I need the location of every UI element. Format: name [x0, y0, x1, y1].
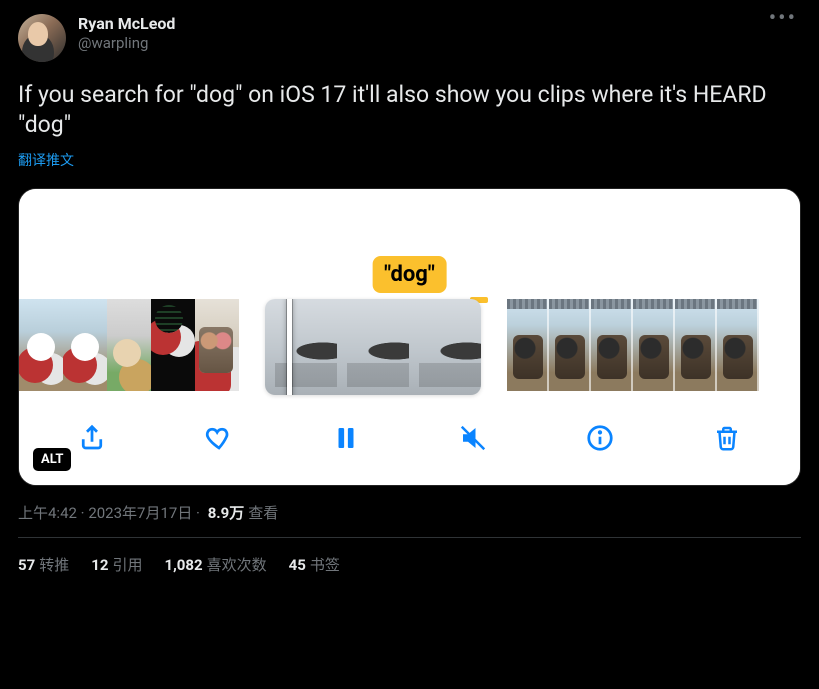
- handle: @warpling: [78, 34, 765, 52]
- tweet-container: Ryan McLeod @warpling ••• If you search …: [0, 0, 819, 575]
- media-card[interactable]: "dog": [18, 188, 801, 486]
- alt-badge[interactable]: ALT: [33, 448, 71, 471]
- share-button[interactable]: [71, 417, 113, 459]
- tweet-meta: 上午4:42 · 2023年7月17日 · 8.9万查看: [18, 502, 801, 523]
- translate-link[interactable]: 翻译推文: [18, 150, 801, 170]
- thumbnail: [63, 299, 107, 391]
- tweet-header: Ryan McLeod @warpling •••: [18, 14, 801, 62]
- thumbnail: [151, 299, 195, 391]
- clip-group-1[interactable]: [19, 299, 239, 395]
- clip-group-3[interactable]: [507, 299, 759, 395]
- views-count: 8.9万: [208, 504, 245, 522]
- filmstrip[interactable]: [19, 299, 800, 395]
- playhead-icon[interactable]: [287, 299, 292, 395]
- display-name: Ryan McLeod: [78, 14, 765, 33]
- stat-retweets[interactable]: 57转推: [18, 554, 69, 575]
- thumbnail: [675, 299, 717, 391]
- stat-count: 45: [289, 556, 306, 574]
- stat-label: 书签: [310, 556, 340, 574]
- meta-dot: ·: [77, 504, 88, 522]
- author-names[interactable]: Ryan McLeod @warpling: [78, 14, 765, 52]
- tweet-stats: 57转推 12引用 1,082 喜欢次数 45书签: [18, 538, 801, 575]
- thumbnail: [265, 299, 337, 395]
- media-blank-area: "dog": [19, 189, 800, 299]
- stat-count: 12: [91, 556, 108, 574]
- stat-quotes[interactable]: 12引用: [91, 554, 142, 575]
- info-icon: [585, 423, 615, 453]
- thumbnail: [337, 299, 409, 395]
- clip-group-2-active[interactable]: [265, 299, 481, 395]
- stat-label: 引用: [112, 556, 142, 574]
- more-icon[interactable]: •••: [765, 14, 801, 24]
- meta-dot: ·: [192, 504, 203, 522]
- info-button[interactable]: [579, 417, 621, 459]
- speaker-mute-icon: [458, 423, 488, 453]
- thumbnail: [507, 299, 549, 391]
- media-toolbar: [19, 395, 800, 485]
- meta-time[interactable]: 上午4:42: [18, 504, 77, 522]
- stat-bookmarks[interactable]: 45书签: [289, 554, 340, 575]
- stat-count: 57: [18, 556, 35, 574]
- pause-button[interactable]: [325, 417, 367, 459]
- thumbnail: [717, 299, 759, 391]
- like-button[interactable]: [198, 417, 240, 459]
- views-label: 查看: [248, 504, 278, 522]
- thumbnail: [195, 299, 239, 391]
- thumbnail: [591, 299, 633, 391]
- stat-count: 1,082: [164, 556, 202, 574]
- share-icon: [77, 423, 107, 453]
- search-token-badge: "dog": [372, 256, 447, 293]
- meta-date[interactable]: 2023年7月17日: [88, 504, 192, 522]
- delete-button[interactable]: [706, 417, 748, 459]
- thumbnail: [633, 299, 675, 391]
- mute-button[interactable]: [452, 417, 494, 459]
- stat-likes[interactable]: 1,082 喜欢次数: [164, 554, 266, 575]
- stat-label: 转推: [39, 556, 69, 574]
- heart-icon: [204, 423, 234, 453]
- avatar[interactable]: [18, 14, 66, 62]
- thumbnail: [19, 299, 63, 391]
- thumbnail: [549, 299, 591, 391]
- stat-label: 喜欢次数: [207, 556, 267, 574]
- pause-icon: [331, 423, 361, 453]
- thumbnail: [409, 299, 481, 395]
- thumbnail: [107, 299, 151, 391]
- tweet-text: If you search for "dog" on iOS 17 it'll …: [18, 80, 801, 140]
- trash-icon: [712, 423, 742, 453]
